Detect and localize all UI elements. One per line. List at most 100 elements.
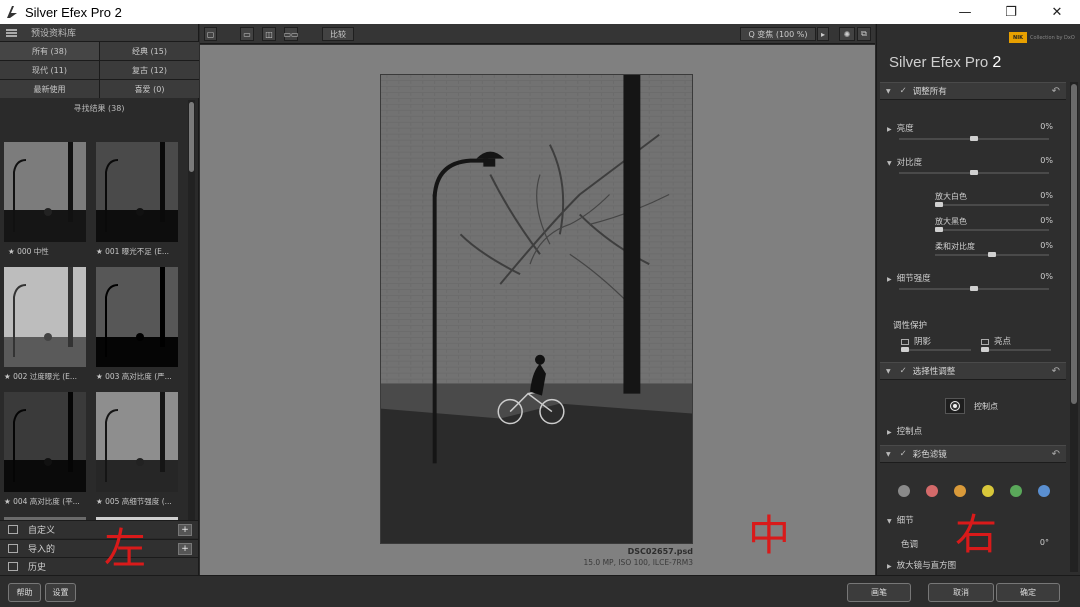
amplify-blacks-slider[interactable] bbox=[935, 227, 1049, 232]
amplify-whites-slider[interactable] bbox=[935, 202, 1049, 207]
add-imported-button[interactable]: + bbox=[178, 543, 192, 555]
preset-label: ★ 005 高细节强度 (... bbox=[96, 497, 172, 506]
preset-label: ★ 004 高对比度 (平... bbox=[4, 497, 80, 506]
preset-thumbnails: ★ 000 中性 ★ 001 曝光不足 (E... ★ 002 过度曝光 (E.… bbox=[4, 142, 184, 537]
side-by-side-icon[interactable]: ▭▭ bbox=[283, 27, 299, 41]
annotation-left: 左 bbox=[104, 524, 147, 573]
preset-thumbnail[interactable] bbox=[4, 267, 86, 367]
chevron-right-icon: ▶ bbox=[887, 126, 892, 133]
filter-neutral-button[interactable] bbox=[898, 485, 910, 497]
chevron-down-icon: ▼ bbox=[886, 367, 891, 375]
chevron-right-icon: ▶ bbox=[887, 563, 892, 570]
soft-contrast-slider[interactable] bbox=[935, 252, 1049, 257]
checkbox-icon[interactable]: ✓ bbox=[900, 86, 907, 96]
category-favorites[interactable]: 喜爱 (0) bbox=[100, 80, 199, 98]
category-classic[interactable]: 经典 (15) bbox=[100, 42, 199, 60]
amplify-blacks-row: 0% bbox=[887, 216, 1057, 230]
chevron-down-icon: ▼ bbox=[886, 450, 891, 458]
close-button[interactable]: ✕ bbox=[1034, 0, 1080, 24]
structure-value: 0% bbox=[1040, 272, 1053, 281]
shadow-swatch-icon bbox=[901, 338, 909, 345]
preset-label: ★ 000 中性 bbox=[8, 247, 49, 256]
preset-scrollbar[interactable] bbox=[188, 100, 195, 537]
panel-toggle-icon[interactable]: ▢ bbox=[204, 27, 217, 41]
preset-library-title: 预设资料库 bbox=[31, 29, 77, 39]
checkbox-icon[interactable]: ✓ bbox=[900, 449, 907, 459]
imported-section[interactable]: 导入的 + bbox=[0, 539, 198, 557]
single-view-icon[interactable]: ▭ bbox=[240, 27, 254, 41]
custom-section[interactable]: 自定义 + bbox=[0, 520, 198, 538]
chevron-down-icon: ▼ bbox=[886, 87, 891, 95]
soft-contrast-value: 0% bbox=[1040, 241, 1053, 250]
preset-label: ★ 002 过度曝光 (E... bbox=[4, 372, 78, 381]
product-name-text: Silver Efex Pro bbox=[889, 54, 989, 71]
loupe-histogram-row[interactable]: ▶ 放大镜与直方图 bbox=[887, 559, 1057, 573]
compare-button[interactable]: 比较 bbox=[322, 27, 354, 41]
category-vintage[interactable]: 复古 (12) bbox=[100, 61, 199, 79]
amplify-whites-row: 0% bbox=[887, 191, 1057, 205]
preset-category-grid: 所有 (38) 经典 (15) 现代 (11) 复古 (12) 最新使用 喜爱 … bbox=[0, 42, 199, 98]
annotation-right: 右 bbox=[955, 510, 998, 559]
contrast-slider[interactable] bbox=[899, 170, 1049, 175]
reset-icon[interactable]: ↶ bbox=[1052, 449, 1060, 460]
background-light-icon[interactable]: ✺ bbox=[839, 27, 855, 41]
bottom-bar: 帮助 设置 画笔 取消 确定 bbox=[0, 575, 1080, 607]
section-color-filter[interactable]: ▼ ✓ 彩色滤镜 ↶ bbox=[880, 445, 1066, 463]
filter-red-button[interactable] bbox=[926, 485, 938, 497]
split-view-icon[interactable]: ◫ bbox=[262, 27, 276, 41]
zoom-select[interactable]: Q 变焦 (100 %) bbox=[740, 27, 816, 41]
contrast-label: 对比度 bbox=[896, 158, 923, 168]
photo-preview[interactable] bbox=[380, 74, 693, 544]
add-control-point-button[interactable]: 控制点 bbox=[945, 398, 998, 414]
maximize-button[interactable]: ❐ bbox=[988, 0, 1034, 24]
filter-blue-button[interactable] bbox=[1038, 485, 1050, 497]
section-selective[interactable]: ▼ ✓ 选择性调整 ↶ bbox=[880, 362, 1066, 380]
search-results-title: 寻找结果 (38) bbox=[73, 103, 125, 113]
zoom-arrow-icon[interactable]: ▸ bbox=[817, 27, 829, 41]
chevron-down-icon: ▼ bbox=[887, 518, 892, 525]
brightness-row[interactable]: ▶ 亮度 0% bbox=[887, 122, 1057, 136]
shadows-slider[interactable] bbox=[901, 347, 971, 352]
preset-thumbnail[interactable] bbox=[96, 267, 178, 367]
structure-row[interactable]: ▶ 细节强度 0% bbox=[887, 272, 1057, 286]
control-points-row[interactable]: ▶ 控制点 bbox=[887, 425, 1057, 439]
preset-thumbnail[interactable] bbox=[4, 392, 86, 492]
section-adjust-all-label: 调整所有 bbox=[912, 87, 947, 97]
highlights-slider[interactable] bbox=[981, 347, 1051, 352]
structure-slider[interactable] bbox=[899, 286, 1049, 291]
preset-thumbnail[interactable] bbox=[96, 392, 178, 492]
brush-button[interactable]: 画笔 bbox=[847, 583, 911, 602]
checkbox-icon[interactable]: ✓ bbox=[900, 366, 907, 376]
preset-thumbnail[interactable] bbox=[4, 142, 86, 242]
chevron-right-icon: ▶ bbox=[887, 276, 892, 283]
category-modern[interactable]: 现代 (11) bbox=[0, 61, 99, 79]
section-adjust-all[interactable]: ▼ ✓ 调整所有 ↶ bbox=[880, 82, 1066, 100]
contrast-value: 0% bbox=[1040, 156, 1053, 165]
help-button[interactable]: 帮助 bbox=[8, 583, 41, 602]
preset-thumbnail[interactable] bbox=[96, 142, 178, 242]
ok-button[interactable]: 确定 bbox=[996, 583, 1060, 602]
hue-value: 0° bbox=[1039, 538, 1049, 547]
amplify-whites-value: 0% bbox=[1040, 191, 1053, 200]
contrast-row[interactable]: ▼ 对比度 0% bbox=[887, 156, 1057, 170]
cancel-button[interactable]: 取消 bbox=[928, 583, 994, 602]
menu-icon[interactable] bbox=[6, 28, 17, 37]
filter-green-button[interactable] bbox=[1010, 485, 1022, 497]
add-custom-button[interactable]: + bbox=[178, 524, 192, 536]
brightness-slider[interactable] bbox=[899, 136, 1049, 141]
filter-orange-button[interactable] bbox=[954, 485, 966, 497]
history-section[interactable]: 历史 bbox=[0, 557, 198, 575]
control-point-icon bbox=[945, 398, 965, 414]
history-icon bbox=[8, 562, 18, 571]
fullscreen-icon[interactable]: ⧉ bbox=[857, 27, 871, 41]
minimize-button[interactable]: — bbox=[942, 0, 988, 24]
reset-icon[interactable]: ↶ bbox=[1052, 86, 1060, 97]
adjustments-scrollbar[interactable] bbox=[1070, 82, 1078, 572]
reset-icon[interactable]: ↶ bbox=[1052, 366, 1060, 377]
folder-icon bbox=[8, 525, 18, 534]
category-all[interactable]: 所有 (38) bbox=[0, 42, 99, 60]
filter-yellow-button[interactable] bbox=[982, 485, 994, 497]
category-recent[interactable]: 最新使用 bbox=[0, 80, 99, 98]
hue-label: 色调 bbox=[901, 540, 919, 550]
settings-button[interactable]: 设置 bbox=[45, 583, 76, 602]
